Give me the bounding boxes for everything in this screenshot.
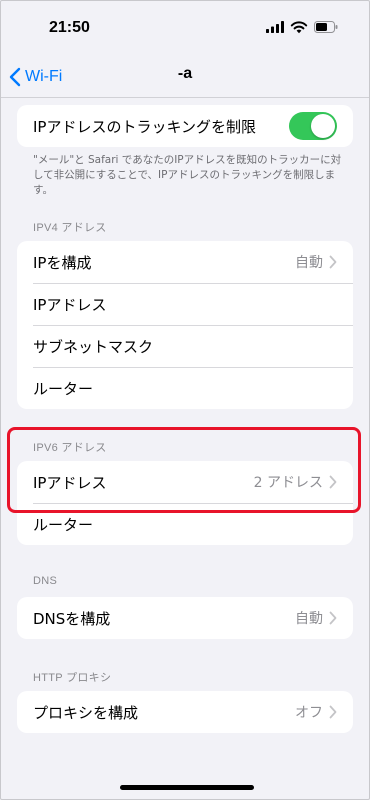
dns-configure-row[interactable]: DNSを構成 自動 [17, 597, 353, 639]
row-label: DNSを構成 [33, 609, 111, 628]
row-label: IPアドレス [33, 473, 107, 492]
row-label: サブネットマスク [33, 337, 154, 356]
row-value: 自動 [295, 255, 323, 271]
dns-section-header: DNS [33, 575, 58, 587]
tracking-label: IPアドレスのトラッキングを制限 [33, 117, 257, 136]
status-time: 21:50 [49, 19, 90, 36]
proxy-section-header: HTTP プロキシ [33, 672, 112, 684]
screen: 21:50 Wi-Fi -a IPアドレスのトラッキングを制限 "メール"と S… [0, 0, 370, 800]
wifi-icon [290, 21, 308, 34]
ipv6-ip-address-row[interactable]: IPアドレス 2 アドレス [17, 461, 353, 503]
ipv4-configure-ip-row[interactable]: IPを構成 自動 [17, 241, 353, 283]
page-title: -a [177, 65, 193, 82]
tracking-toggle[interactable] [289, 112, 337, 140]
cellular-signal-icon [266, 21, 284, 33]
row-value: 自動 [295, 611, 323, 627]
toggle-knob [311, 114, 335, 138]
tracking-footnote: "メール"と Safari であなたのIPアドレスを既知のトラッカーに対して非公… [33, 154, 342, 196]
home-indicator[interactable] [120, 785, 254, 790]
ipv6-section-header: IPV6 アドレス [33, 442, 107, 454]
row-label: プロキシを構成 [33, 703, 139, 722]
row-label: ルーター [33, 379, 94, 398]
tracking-group: IPアドレスのトラッキングを制限 [17, 105, 353, 147]
proxy-configure-row[interactable]: プロキシを構成 オフ [17, 691, 353, 733]
proxy-group: プロキシを構成 オフ [17, 691, 353, 733]
row-value: オフ [295, 705, 323, 721]
ipv6-group: IPアドレス 2 アドレス ルーター [17, 461, 353, 545]
navigation-bar: Wi-Fi -a [1, 57, 369, 98]
tracking-row: IPアドレスのトラッキングを制限 [17, 105, 353, 147]
row-value: 2 アドレス [253, 475, 323, 491]
row-label: ルーター [33, 515, 94, 534]
row-label: IPアドレス [33, 295, 107, 314]
status-bar: 21:50 [1, 1, 369, 57]
row-label: IPを構成 [33, 253, 92, 272]
chevron-right-icon [329, 475, 337, 489]
chevron-right-icon [329, 611, 337, 625]
ipv4-router-row: ルーター [17, 367, 353, 409]
ipv6-router-row: ルーター [17, 503, 353, 545]
chevron-right-icon [329, 705, 337, 719]
dns-group: DNSを構成 自動 [17, 597, 353, 639]
chevron-right-icon [329, 255, 337, 269]
battery-icon [314, 21, 338, 33]
ipv4-section-header: IPV4 アドレス [33, 222, 107, 234]
ipv4-ip-address-row: IPアドレス [17, 283, 353, 325]
ipv4-group: IPを構成 自動 IPアドレス サブネットマスク ルーター [17, 241, 353, 409]
ipv4-subnet-mask-row: サブネットマスク [17, 325, 353, 367]
